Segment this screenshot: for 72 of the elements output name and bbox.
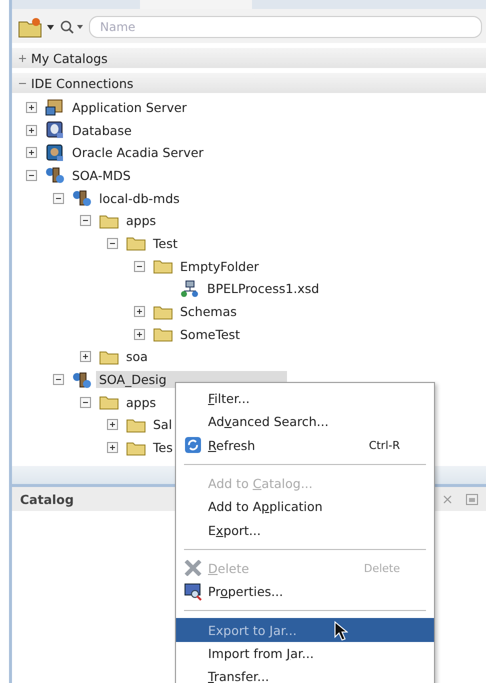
section-title: My Catalogs xyxy=(31,50,108,66)
expand-toggle[interactable] xyxy=(80,215,91,226)
expand-toggle[interactable] xyxy=(134,306,145,318)
folder-icon xyxy=(99,348,119,365)
delete-icon xyxy=(184,560,202,576)
schema-icon xyxy=(180,280,200,298)
tree-item[interactable]: BPELProcess1.xsd xyxy=(204,280,322,298)
expand-toggle[interactable] xyxy=(107,238,118,249)
expand-toggle[interactable] xyxy=(26,147,37,158)
menu-item[interactable]: Properties... xyxy=(176,580,434,604)
folder-icon xyxy=(99,212,119,229)
tree-item[interactable]: Application Server xyxy=(69,98,190,116)
expand-toggle[interactable] xyxy=(134,328,145,340)
caret-icon xyxy=(77,25,83,29)
cursor-icon xyxy=(334,621,348,641)
section-header[interactable]: IDE Connections xyxy=(12,73,486,93)
server-icon xyxy=(45,98,65,116)
new-folder-button[interactable] xyxy=(18,16,54,38)
menu-item[interactable]: Filter... xyxy=(176,387,434,410)
database-icon xyxy=(45,121,65,140)
expand-toggle[interactable] xyxy=(80,351,91,362)
network-icon xyxy=(72,189,92,208)
tree-item[interactable]: Database xyxy=(69,122,135,139)
caret-icon xyxy=(47,24,54,30)
menu-item[interactable]: Export... xyxy=(176,518,434,542)
menu-item[interactable]: Export to Jar... xyxy=(176,618,434,642)
folder-icon xyxy=(126,416,146,433)
expand-toggle[interactable] xyxy=(53,192,64,204)
network-icon xyxy=(45,166,65,184)
folder-icon xyxy=(153,304,173,320)
expand-toggle[interactable] xyxy=(26,102,37,113)
server-icon xyxy=(45,144,65,162)
tree-item[interactable]: soa xyxy=(123,348,151,366)
tree-item[interactable]: SomeTest xyxy=(177,326,244,343)
folder-icon xyxy=(18,16,44,38)
folder-icon xyxy=(153,258,173,274)
search-field[interactable]: Name xyxy=(89,16,482,38)
tree-item[interactable]: Test xyxy=(150,234,181,252)
folder-icon xyxy=(126,440,146,456)
menu-item[interactable]: Refresh Ctrl-R xyxy=(176,434,434,457)
tree-item[interactable]: Schemas xyxy=(177,303,240,320)
expand-toggle[interactable] xyxy=(134,260,145,272)
tree-item[interactable]: SOA-MDS xyxy=(69,166,134,184)
expand-toggle[interactable] xyxy=(80,396,91,408)
tree-item[interactable]: EmptyFolder xyxy=(177,258,262,275)
menu-item[interactable]: Advanced Search... xyxy=(176,410,434,434)
expand-toggle[interactable] xyxy=(26,170,37,181)
menu-item[interactable]: Import from Jar... xyxy=(176,642,434,665)
expand-toggle[interactable] xyxy=(53,374,64,386)
refresh-icon xyxy=(184,436,202,454)
tree-item[interactable]: Tes xyxy=(150,439,176,456)
tree-item[interactable]: Sal xyxy=(150,416,176,434)
tree-item[interactable]: Oracle Acadia Server xyxy=(69,144,207,162)
search-options-button[interactable] xyxy=(60,20,83,34)
section-header[interactable]: My Catalogs xyxy=(12,48,486,68)
properties-icon xyxy=(184,582,202,601)
search-icon xyxy=(60,20,74,34)
tree-item[interactable]: local-db-mds xyxy=(96,190,183,207)
tree-item[interactable]: apps xyxy=(123,394,160,411)
expand-toggle[interactable] xyxy=(107,442,118,454)
expand-toggle[interactable] xyxy=(26,124,37,136)
network-icon xyxy=(72,370,92,389)
menu-item[interactable]: Transfer... xyxy=(176,664,434,683)
expand-toggle[interactable] xyxy=(107,419,118,430)
expand-toggle[interactable] xyxy=(18,54,27,62)
folder-icon xyxy=(99,394,119,410)
folder-icon xyxy=(153,326,173,342)
menu-item[interactable]: Add to Application xyxy=(176,495,434,518)
tree-item[interactable]: apps xyxy=(123,212,160,230)
section-title: IDE Connections xyxy=(31,76,134,90)
folder-icon xyxy=(126,235,146,252)
panel-title: Catalog xyxy=(20,492,74,506)
